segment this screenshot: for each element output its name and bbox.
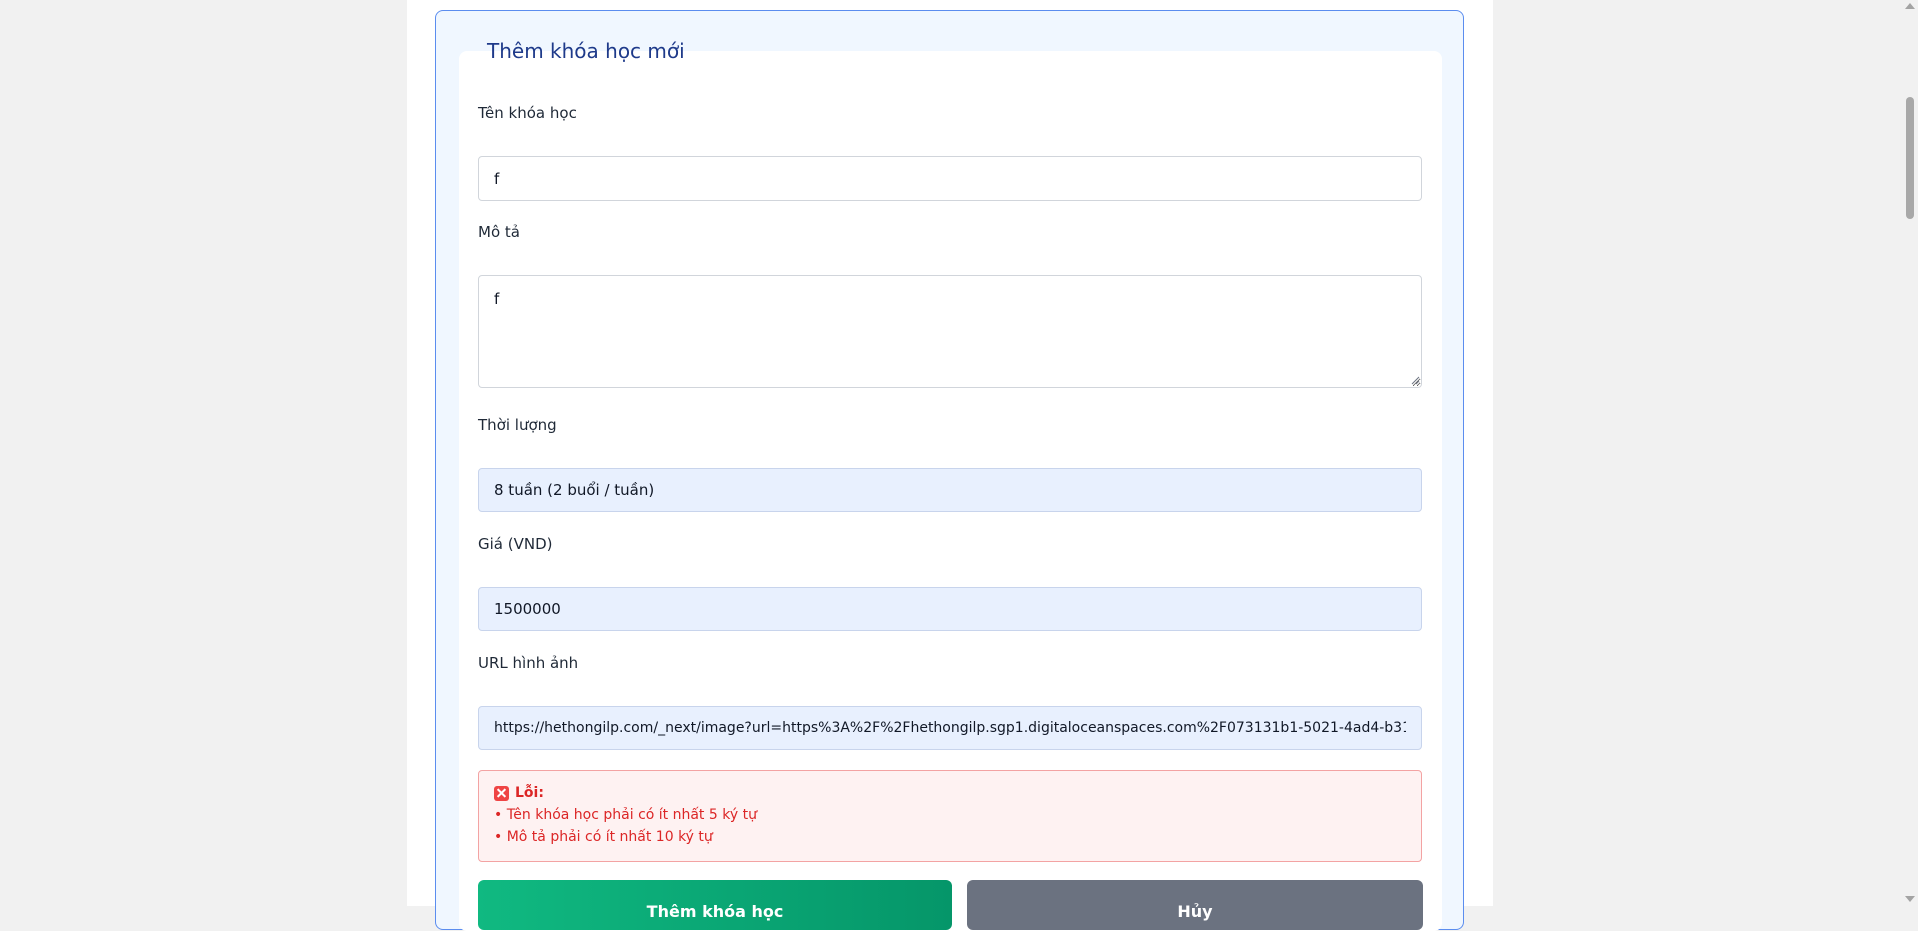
scroll-down-arrow-icon[interactable] <box>1905 896 1915 902</box>
description-textarea[interactable]: f <box>478 275 1422 388</box>
error-title: Lỗi: <box>515 785 544 801</box>
scroll-thumb[interactable] <box>1906 97 1914 219</box>
scroll-up-arrow-icon[interactable] <box>1905 3 1915 9</box>
error-message-name: • Tên khóa học phải có ít nhất 5 ký tự <box>494 807 757 823</box>
price-label: Giá (VND) <box>478 535 553 553</box>
error-heading: Lỗi: <box>494 782 1406 804</box>
error-alert: Lỗi: • Tên khóa học phải có ít nhất 5 ký… <box>478 770 1422 862</box>
course-name-label: Tên khóa học <box>478 104 577 122</box>
vertical-scrollbar[interactable] <box>1902 0 1918 906</box>
cancel-button[interactable]: Hủy <box>967 880 1423 930</box>
add-course-button[interactable]: Thêm khóa học <box>478 880 952 930</box>
duration-input[interactable] <box>478 468 1422 512</box>
form-title: Thêm khóa học mới <box>487 39 685 63</box>
x-mark-icon <box>494 785 509 801</box>
course-name-input[interactable] <box>478 156 1422 201</box>
duration-label: Thời lượng <box>478 416 557 434</box>
image-url-label: URL hình ảnh <box>478 654 579 672</box>
description-label: Mô tả <box>478 223 520 241</box>
error-message-description: • Mô tả phải có ít nhất 10 ký tự <box>494 829 713 845</box>
price-input[interactable] <box>478 587 1422 631</box>
image-url-input[interactable] <box>478 706 1422 750</box>
